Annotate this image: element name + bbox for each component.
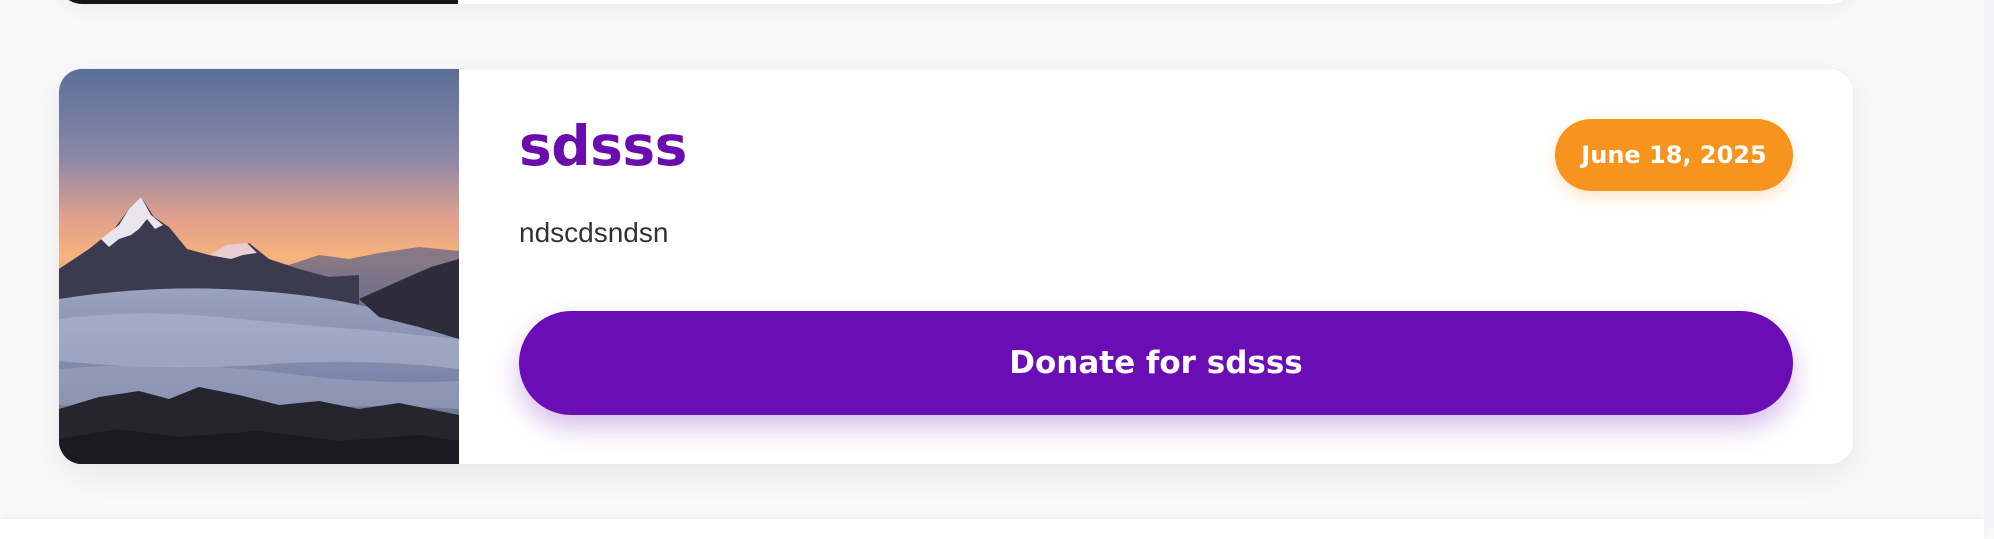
events-list: sdsss June 18, 2025 ndscdsndsn Donate fo… — [0, 0, 1994, 539]
event-card: sdsss June 18, 2025 ndscdsndsn Donate fo… — [58, 68, 1854, 465]
event-details: sdsss June 18, 2025 ndscdsndsn Donate fo… — [519, 69, 1793, 464]
previous-event-card — [58, 0, 1854, 4]
donate-button[interactable]: Donate for sdsss — [519, 311, 1793, 415]
event-image — [59, 69, 459, 464]
next-section-edge — [0, 519, 1984, 539]
event-title: sdsss — [519, 114, 687, 178]
event-description: ndscdsndsn — [519, 217, 669, 248]
mountain-landscape-image — [59, 69, 459, 464]
event-date-badge: June 18, 2025 — [1555, 119, 1793, 191]
previous-event-image — [58, 0, 458, 4]
scrollbar-track[interactable] — [1984, 0, 1994, 528]
